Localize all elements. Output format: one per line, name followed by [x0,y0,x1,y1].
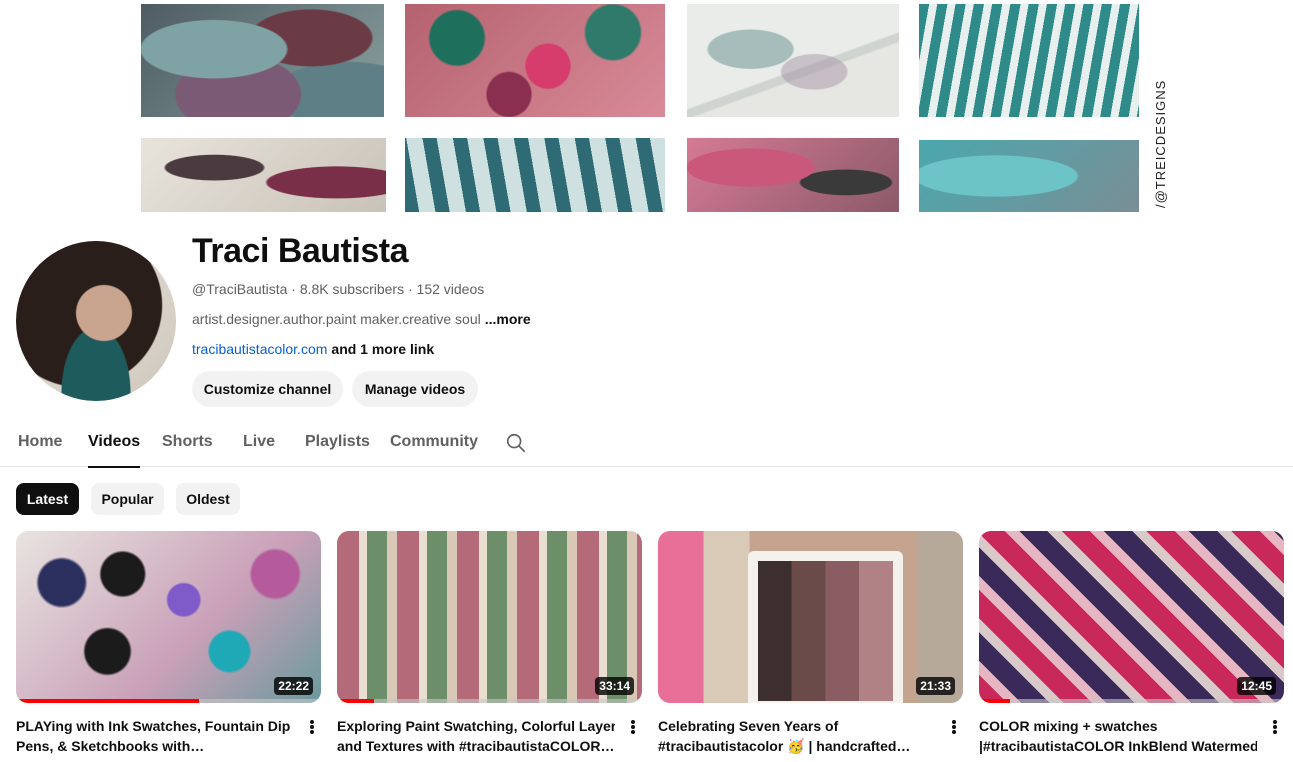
video-card[interactable]: 21:33 Celebrating Seven Years of #tracib… [658,531,964,754]
banner-image [405,138,665,212]
search-icon[interactable] [505,432,527,454]
video-title-line: Celebrating Seven Years of [658,718,839,734]
more-link[interactable]: ...more [485,311,531,327]
video-card[interactable]: 33:14 Exploring Paint Swatching, Colorfu… [337,531,643,754]
tab-live[interactable]: Live [243,433,275,451]
video-title[interactable]: Celebrating Seven Years of #tracibautist… [658,716,936,756]
channel-meta: @TraciBautista · 8.8K subscribers · 152 … [192,281,485,297]
channel-page: /@TREICDESIGNS Traci Bautista @TraciBaut… [0,0,1293,762]
tab-home[interactable]: Home [18,433,62,451]
video-card[interactable]: 22:22 PLAYing with Ink Swatches, Fountai… [16,531,322,754]
video-card[interactable]: 12:45 COLOR mixing + swatches |#tracibau… [979,531,1285,754]
description-text: artist.designer.author.paint maker.creat… [192,311,481,327]
more-links-button[interactable]: and 1 more link [331,341,434,357]
video-title-line: COLOR mixing + swatches [979,718,1158,734]
more-actions-icon[interactable] [627,718,639,736]
progress-track [979,699,1284,703]
watch-progress [16,699,199,703]
channel-tabs: Home Videos Shorts Live Playlists Commun… [0,420,1293,468]
video-thumbnail[interactable]: 21:33 [658,531,963,703]
channel-name: Traci Bautista [192,232,408,270]
tab-shorts[interactable]: Shorts [162,433,213,451]
banner-image [405,4,665,117]
tab-community[interactable]: Community [390,433,478,451]
video-title-line: Exploring Paint Swatching, Colorful Laye… [337,718,615,734]
more-actions-icon[interactable] [306,718,318,736]
video-duration: 12:45 [1237,677,1276,695]
channel-avatar[interactable] [16,241,176,401]
manage-videos-button[interactable]: Manage videos [352,371,478,407]
channel-description[interactable]: artist.designer.author.paint maker.creat… [192,311,531,327]
banner-handle-text: /@TREICDESIGNS [1153,79,1168,208]
channel-links: tracibautistacolor.com and 1 more link [192,341,434,357]
video-thumbnail[interactable]: 22:22 [16,531,321,703]
video-title-line: |#tracibautistaCOLOR InkBlend Watermedi… [979,738,1257,754]
banner-image [141,138,386,212]
customize-channel-button[interactable]: Customize channel [192,371,343,407]
banner-image [919,140,1139,212]
video-title-line: #tracibautistacolor 🥳 | handcrafted… [658,738,911,754]
video-title[interactable]: Exploring Paint Swatching, Colorful Laye… [337,716,615,756]
video-title-line: Pens, & Sketchbooks with… [16,738,205,754]
watch-progress [979,699,1010,703]
video-duration: 21:33 [916,677,955,695]
chip-latest[interactable]: Latest [16,483,79,515]
channel-banner: /@TREICDESIGNS [141,0,1181,212]
video-title-line: and Textures with #tracibautistaCOLOR… [337,738,615,754]
progress-track [337,699,642,703]
banner-image [687,138,899,212]
video-duration: 22:22 [274,677,313,695]
channel-website-link[interactable]: tracibautistacolor.com [192,341,327,357]
banner-image [919,4,1139,117]
banner-image [687,4,899,117]
tab-videos[interactable]: Videos [88,433,141,468]
video-duration: 33:14 [595,677,634,695]
chip-oldest[interactable]: Oldest [176,483,240,515]
more-actions-icon[interactable] [1269,718,1281,736]
video-thumbnail[interactable]: 12:45 [979,531,1284,703]
banner-image [141,4,384,117]
more-actions-icon[interactable] [948,718,960,736]
watch-progress [337,699,374,703]
video-title[interactable]: PLAYing with Ink Swatches, Fountain Dip … [16,716,294,756]
video-title[interactable]: COLOR mixing + swatches |#tracibautistaC… [979,716,1257,756]
video-title-line: PLAYing with Ink Swatches, Fountain Dip [16,718,291,734]
tab-playlists[interactable]: Playlists [305,433,370,451]
video-thumbnail[interactable]: 33:14 [337,531,642,703]
chip-popular[interactable]: Popular [91,483,164,515]
